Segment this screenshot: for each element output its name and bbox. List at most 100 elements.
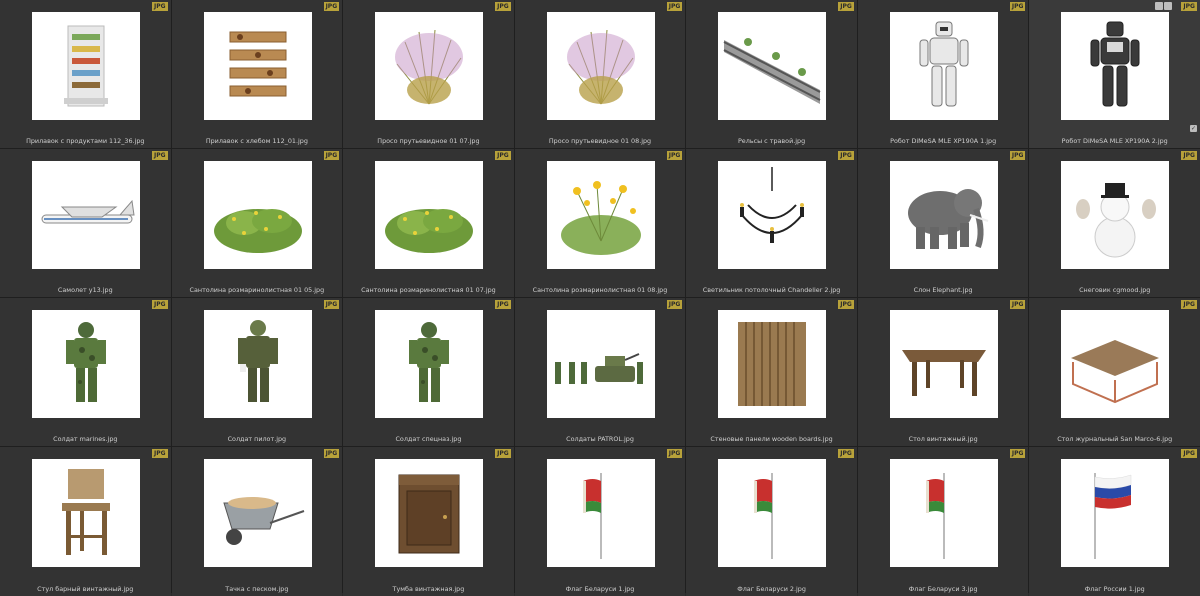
thumbnail-item[interactable]: JPG Самолет y13.jpg [0, 149, 171, 297]
file-type-badge: JPG [666, 449, 683, 458]
soldier-icon [375, 310, 484, 418]
thumbnail-item[interactable]: JPG Сантолина розмаринолистная 01 07.jpg [343, 149, 514, 297]
thumbnail-item[interactable]: JPG Тачка с песком.jpg [171, 447, 343, 596]
file-name-caption: Сантолина розмаринолистная 01 07.jpg [361, 286, 496, 294]
file-type-badge: JPG [323, 151, 340, 160]
file-type-badge: JPG [1181, 449, 1197, 458]
file-type-badge: JPG [838, 151, 854, 160]
square-icon[interactable] [1154, 2, 1163, 10]
file-name-caption: Флаг России 1.jpg [1084, 585, 1145, 593]
file-type-badge: JPG [495, 300, 511, 309]
thumbnail-item[interactable]: JPG Солдат marines.jpg [0, 298, 171, 446]
thumbnail-item[interactable]: JPG Прилавок с хлебом 112_01.jpg [171, 0, 343, 148]
flag-russia-icon [1061, 459, 1170, 567]
thumbnail-item[interactable]: JPG Просо прутьевидное 01 08.jpg [514, 0, 686, 148]
file-name-caption: Флаг Беларуси 1.jpg [565, 585, 635, 593]
rails-icon [718, 12, 827, 120]
thumbnail-item[interactable]: JPG Стул барный винтажный.jpg [0, 447, 171, 596]
grass-pink-icon [375, 12, 484, 120]
airplane-icon [32, 161, 140, 269]
coffee-table-icon [1061, 310, 1170, 418]
file-type-badge: JPG [495, 449, 511, 458]
file-name-caption: Прилавок с хлебом 112_01.jpg [205, 137, 308, 145]
thumbnail-item[interactable]: JPG Робот DiMeSA MLE XP190A 1.jpg [857, 0, 1029, 148]
thumbnail-item[interactable]: JPG Стеновые панели wooden boards.jpg [686, 298, 857, 446]
file-name-caption: Прилавок с продуктами 112_36.jpg [26, 137, 145, 145]
wooden-panels-icon [718, 310, 827, 418]
bush-icon [203, 161, 312, 269]
thumbnail-item[interactable]: JPG Стол винтажный.jpg [857, 298, 1029, 446]
cabinet-icon [375, 459, 484, 567]
bar-stool-icon [32, 459, 140, 567]
thumbnail-item[interactable]: JPG Слон Elephant.jpg [857, 149, 1029, 297]
thumbnail-item[interactable]: JPG Прилавок с продуктами 112_36.jpg [0, 0, 171, 148]
bread-stand-icon [203, 12, 312, 120]
file-type-badge: JPG [152, 449, 168, 458]
file-type-badge: JPG [152, 2, 168, 11]
file-type-badge: JPG [838, 2, 854, 11]
thumbnail-item[interactable]: JPG Флаг Беларуси 2.jpg [686, 447, 857, 596]
thumbnail-item[interactable]: JPG Просо прутьевидное 01 07.jpg [343, 0, 514, 148]
file-name-caption: Солдаты PATROL.jpg [566, 435, 634, 443]
file-name-caption: Солдат спецназ.jpg [395, 435, 462, 443]
file-type-badge: JPG [152, 300, 168, 309]
pencil-icon[interactable] [1163, 2, 1172, 10]
item-toolbar [1154, 2, 1172, 10]
table-icon [889, 310, 998, 418]
file-name-caption: Самолет y13.jpg [57, 286, 113, 294]
thumbnail-item[interactable]: JPG Робот DiMeSA MLE XP190A 2.jpg ✓ [1029, 0, 1200, 148]
file-name-caption: Флаг Беларуси 3.jpg [908, 585, 978, 593]
file-type-badge: JPG [666, 300, 683, 309]
file-type-badge: JPG [838, 300, 854, 309]
file-name-caption: Робот DiMeSA MLE XP190A 2.jpg [1061, 137, 1168, 145]
snowman-icon [1061, 161, 1170, 269]
file-type-badge: JPG [323, 2, 340, 11]
robot-dark-icon [1061, 12, 1170, 120]
file-name-caption: Просо прутьевидное 01 08.jpg [548, 137, 652, 145]
thumbnail-item[interactable]: JPG Светильник потолочный Chandelier 2.jp… [686, 149, 857, 297]
file-type-badge: JPG [666, 151, 683, 160]
thumbnail-item[interactable]: JPG Снеговик cgmood.jpg [1029, 149, 1200, 297]
file-name-caption: Робот DiMeSA MLE XP190A 1.jpg [890, 137, 997, 145]
checkbox-icon[interactable]: ✓ [1189, 125, 1197, 132]
thumbnail-item[interactable]: JPG Сантолина розмаринолистная 01 05.jpg [171, 149, 343, 297]
file-name-caption: Стол винтажный.jpg [908, 435, 978, 443]
thumbnail-item[interactable]: JPG Флаг России 1.jpg [1029, 447, 1200, 596]
file-type-badge: JPG [495, 151, 511, 160]
file-type-badge: JPG [838, 449, 854, 458]
file-type-badge: JPG [1181, 2, 1197, 11]
file-type-badge: JPG [323, 449, 340, 458]
thumbnail-item[interactable]: JPG Рельсы с травой.jpg [686, 0, 857, 148]
thumbnail-item[interactable]: JPG Солдат спецназ.jpg [343, 298, 514, 446]
file-name-caption: Солдат marines.jpg [53, 435, 118, 443]
thumbnail-item[interactable]: JPG Солдаты PATROL.jpg [514, 298, 686, 446]
wheelbarrow-icon [203, 459, 312, 567]
file-name-caption: Просо прутьевидное 01 07.jpg [377, 137, 480, 145]
file-name-caption: Тачка с песком.jpg [225, 585, 289, 593]
soldier-icon [32, 310, 140, 418]
asset-thumbnail-grid: JPG Прилавок с продуктами 112_36.jpg JPG П… [0, 0, 1200, 596]
thumbnail-item[interactable]: JPG Тумба винтажная.jpg [343, 447, 514, 596]
elephant-icon [889, 161, 998, 269]
file-type-badge: JPG [1009, 449, 1026, 458]
grass-pink-icon [546, 12, 655, 120]
thumbnail-item[interactable]: JPG Флаг Беларуси 3.jpg [857, 447, 1029, 596]
file-name-caption: Тумба винтажная.jpg [392, 585, 465, 593]
shelf-products-icon [32, 12, 140, 120]
file-type-badge: JPG [1009, 2, 1026, 11]
file-name-caption: Сантолина розмаринолистная 01 05.jpg [189, 286, 325, 294]
thumbnail-item[interactable]: JPG Сантолина розмаринолистная 01 08.jpg [514, 149, 686, 297]
bush-flowers-icon [546, 161, 655, 269]
file-name-caption: Сантолина розмаринолистная 01 08.jpg [532, 286, 668, 294]
thumbnail-item[interactable]: JPG Стол журнальный San Marco-6.jpg [1029, 298, 1200, 446]
file-type-badge: JPG [1181, 300, 1197, 309]
file-name-caption: Стол журнальный San Marco-6.jpg [1057, 435, 1173, 443]
file-name-caption: Стеновые панели wooden boards.jpg [710, 435, 833, 443]
thumbnail-item[interactable]: JPG Флаг Беларуси 1.jpg [514, 447, 686, 596]
file-type-badge: JPG [152, 151, 168, 160]
file-name-caption: Рельсы с травой.jpg [737, 137, 806, 145]
thumbnail-item[interactable]: JPG Солдат пилот.jpg [171, 298, 343, 446]
pilot-icon [203, 310, 312, 418]
flag-belarus-icon [718, 459, 827, 567]
patrol-icon [546, 310, 655, 418]
